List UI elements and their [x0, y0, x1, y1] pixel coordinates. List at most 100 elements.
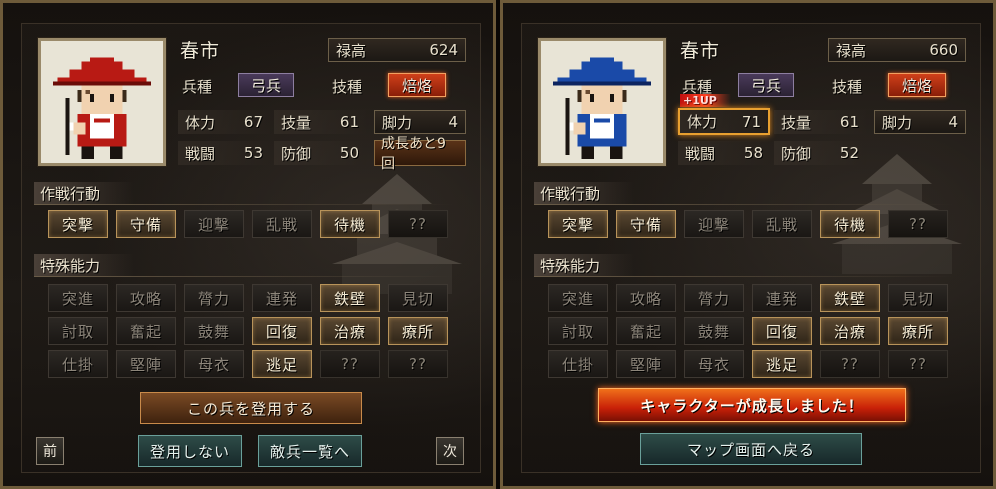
stat-hp-value: 67	[243, 113, 263, 131]
stat-def: 防御 50	[274, 141, 366, 165]
stat-tech-value: 61	[839, 113, 859, 131]
ability-slot: 突進	[548, 284, 608, 312]
stat-leg-value: 4	[448, 113, 458, 131]
recruit-panel: 春市 禄高 624 兵種 弓兵 技種 焙烙 体力 67 技量 61 脚力 4 戦…	[0, 0, 496, 489]
section-divider	[34, 276, 454, 277]
decline-button[interactable]: 登用しない	[138, 435, 242, 467]
tactic-button[interactable]: 乱戦	[752, 210, 812, 238]
ability-slot: 療所	[388, 317, 448, 345]
tactic-button[interactable]: 待機	[320, 210, 380, 238]
stipend-label: 禄高	[336, 41, 367, 60]
stat-tech-value: 61	[339, 113, 359, 131]
ability-slot: 奮起	[616, 317, 676, 345]
stat-leg-label: 脚力	[382, 113, 413, 132]
growth-result-panel: 春市 禄高 660 兵種 弓兵 技種 焙烙 +1UP 体力 71 技量 61 脚…	[500, 0, 996, 489]
castle-silhouette	[832, 154, 962, 274]
ability-slot: 攻略	[116, 284, 176, 312]
tactic-button[interactable]: 迎撃	[184, 210, 244, 238]
stipend-value: 660	[929, 41, 958, 59]
tactic-button[interactable]: ??	[888, 210, 948, 238]
ability-slot: 連発	[252, 284, 312, 312]
ability-slot: ??	[388, 350, 448, 378]
stat-atk-value: 58	[743, 144, 763, 162]
recruit-button[interactable]: この兵を登用する	[140, 392, 362, 424]
unit-portrait	[38, 38, 166, 166]
ability-slot: ??	[888, 350, 948, 378]
skill-type-badge: 焙烙	[388, 73, 446, 97]
stat-leg: 脚力 4	[874, 110, 966, 134]
ability-slot: 鼓舞	[684, 317, 744, 345]
tactic-button[interactable]: 迎撃	[684, 210, 744, 238]
tactic-button[interactable]: 乱戦	[252, 210, 312, 238]
ability-slot: 療所	[888, 317, 948, 345]
ability-slot: ??	[320, 350, 380, 378]
ability-slot: 鼓舞	[184, 317, 244, 345]
stat-atk-label: 戦闘	[185, 144, 216, 163]
unit-type-badge: 弓兵	[238, 73, 294, 97]
ability-slot: 奮起	[116, 317, 176, 345]
tactic-button[interactable]: 守備	[116, 210, 176, 238]
ability-slot: 見切	[388, 284, 448, 312]
unit-portrait	[538, 38, 666, 166]
ability-slot: 逃足	[752, 350, 812, 378]
unit-name: 春市	[680, 40, 721, 62]
stat-hp-label: 体力	[687, 113, 718, 131]
tactic-button[interactable]: 突撃	[48, 210, 108, 238]
stat-hp-label: 体力	[185, 113, 216, 132]
ability-slot: 連発	[752, 284, 812, 312]
stipend-label: 禄高	[836, 41, 867, 60]
tactic-button[interactable]: 守備	[616, 210, 676, 238]
ability-slot: 突進	[48, 284, 108, 312]
levelup-badge: +1UP	[680, 94, 731, 107]
ability-slot: 討取	[548, 317, 608, 345]
unit-type-badge: 弓兵	[738, 73, 794, 97]
tactics-section-title: 作戦行動	[534, 182, 634, 204]
stat-tech: 技量 61	[274, 110, 366, 134]
stat-leg: 脚力 4	[374, 110, 466, 134]
section-divider	[34, 204, 454, 205]
status-frame: 春市 禄高 660 兵種 弓兵 技種 焙烙 +1UP 体力 71 技量 61 脚…	[521, 23, 981, 473]
stat-hp: 体力 71	[678, 108, 770, 135]
skill-type-badge: 焙烙	[888, 73, 946, 97]
stipend-box: 禄高 660	[828, 38, 966, 62]
tactic-button[interactable]: ??	[388, 210, 448, 238]
tactics-section-title: 作戦行動	[34, 182, 134, 204]
stat-def-value: 50	[339, 144, 359, 162]
enemy-list-button[interactable]: 敵兵一覧へ	[258, 435, 362, 467]
section-divider	[534, 276, 954, 277]
tactic-button[interactable]: 待機	[820, 210, 880, 238]
growth-remaining: 成長あと9回	[374, 136, 466, 172]
section-divider	[534, 204, 954, 205]
ability-slot: 母衣	[184, 350, 244, 378]
ability-slot: 回復	[252, 317, 312, 345]
ability-slot: 膂力	[184, 284, 244, 312]
abilities-section-title: 特殊能力	[34, 254, 134, 276]
prev-button[interactable]: 前	[36, 437, 64, 465]
ability-slot: 仕掛	[548, 350, 608, 378]
stat-def-label: 防御	[781, 144, 812, 163]
ability-slot: 見切	[888, 284, 948, 312]
stat-leg-label: 脚力	[882, 113, 913, 132]
growth-notice-banner: キャラクターが成長しました！	[598, 388, 906, 422]
unit-name: 春市	[180, 40, 221, 62]
stat-atk-value: 53	[243, 144, 263, 162]
return-to-map-button[interactable]: マップ画面へ戻る	[640, 433, 862, 465]
stat-leg-value: 4	[948, 113, 958, 131]
stat-def-label: 防御	[281, 144, 312, 163]
ability-slot: 母衣	[684, 350, 744, 378]
ability-slot: 逃足	[252, 350, 312, 378]
tactic-button[interactable]: 突撃	[548, 210, 608, 238]
ability-slot: ??	[820, 350, 880, 378]
ability-slot: 膂力	[684, 284, 744, 312]
ability-slot: 仕掛	[48, 350, 108, 378]
ability-slot: 治療	[320, 317, 380, 345]
stat-tech-label: 技量	[781, 113, 812, 132]
stat-hp: 体力 67	[178, 110, 270, 134]
ability-slot: 回復	[752, 317, 812, 345]
ability-slot: 鉄壁	[320, 284, 380, 312]
archer-sprite	[541, 41, 663, 163]
ability-slot: 攻略	[616, 284, 676, 312]
stat-hp-value: 71	[741, 112, 761, 131]
next-button[interactable]: 次	[436, 437, 464, 465]
status-frame: 春市 禄高 624 兵種 弓兵 技種 焙烙 体力 67 技量 61 脚力 4 戦…	[21, 23, 481, 473]
